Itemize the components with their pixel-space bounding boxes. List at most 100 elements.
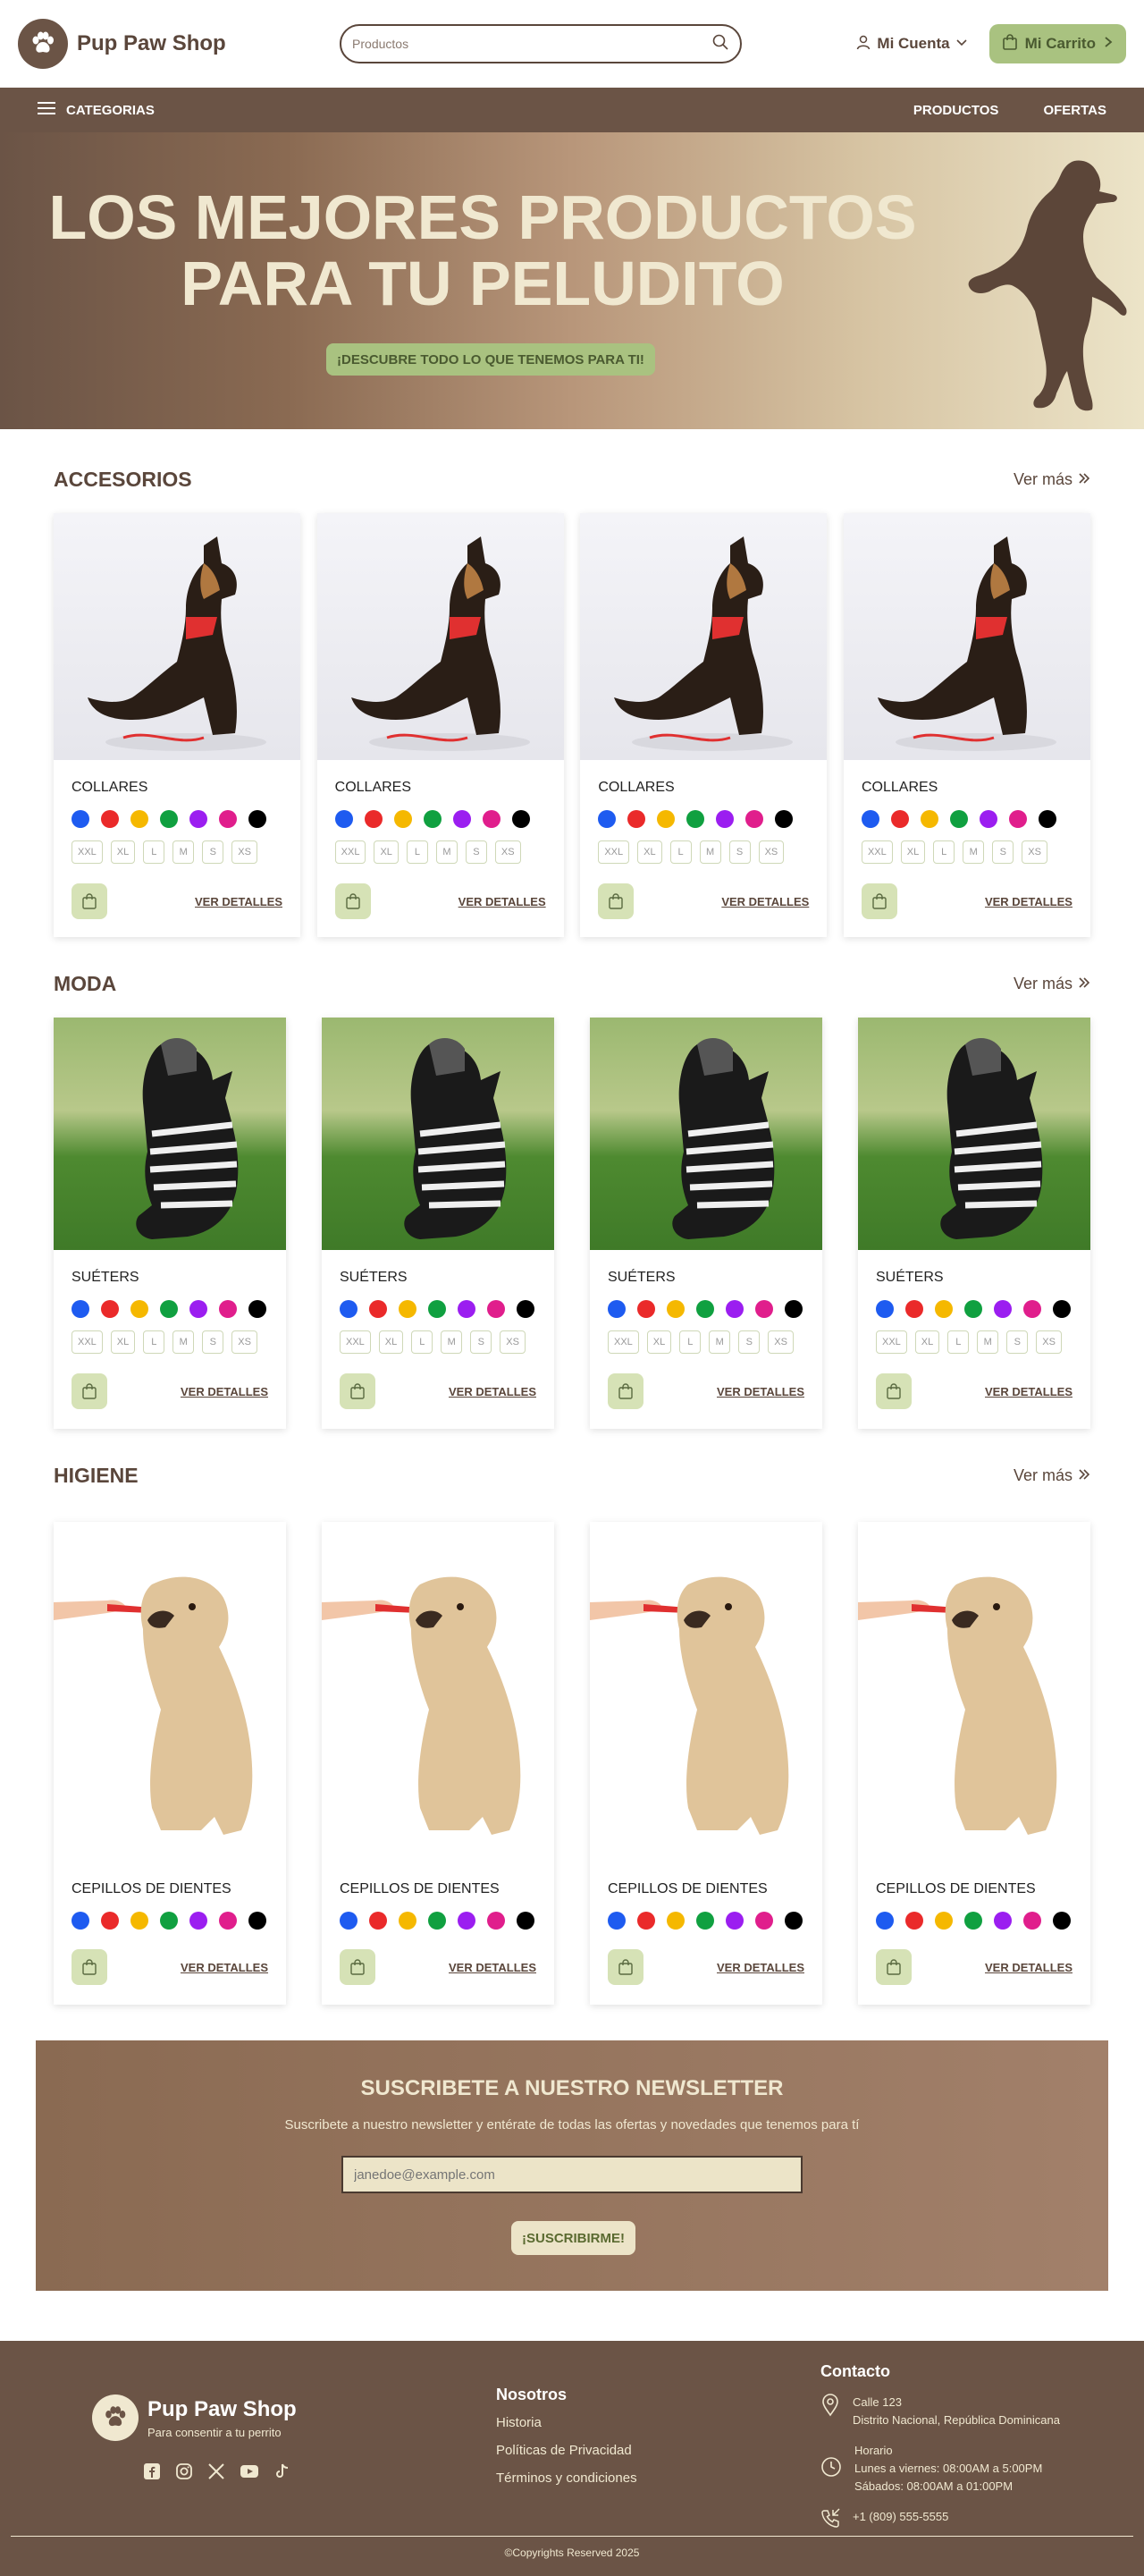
color-swatch-pink[interactable] (487, 1912, 505, 1930)
product-card[interactable]: COLLARES XXL XL L M S XS VER DETALLES (843, 513, 1090, 937)
color-swatch-blue[interactable] (72, 1300, 89, 1318)
color-swatch-red[interactable] (905, 1300, 923, 1318)
size-option[interactable]: L (143, 1330, 165, 1354)
nav-offers-link[interactable]: OFERTAS (1043, 103, 1106, 118)
color-swatch-black[interactable] (1053, 1300, 1071, 1318)
color-swatch-green[interactable] (428, 1912, 446, 1930)
size-option[interactable]: XL (637, 840, 662, 864)
color-swatch-red[interactable] (627, 810, 646, 828)
add-to-cart-button[interactable] (72, 1373, 107, 1409)
color-swatch-blue[interactable] (598, 810, 617, 828)
view-details-link[interactable]: VER DETALLES (449, 1385, 536, 1398)
color-swatch-yellow[interactable] (393, 810, 412, 828)
color-swatch-purple[interactable] (189, 810, 207, 828)
color-swatch-purple[interactable] (979, 810, 997, 828)
footer-link-history[interactable]: Historia (496, 2415, 637, 2430)
instagram-icon[interactable] (175, 2462, 193, 2485)
size-option[interactable]: S (738, 1330, 761, 1354)
color-swatch-blue[interactable] (72, 1912, 89, 1930)
color-swatch-black[interactable] (248, 1300, 266, 1318)
size-option[interactable]: XL (110, 1330, 136, 1354)
color-swatch-yellow[interactable] (667, 1300, 685, 1318)
size-option[interactable]: XS (494, 840, 521, 864)
add-to-cart-button[interactable] (334, 883, 371, 919)
add-to-cart-button[interactable] (72, 883, 107, 919)
size-option[interactable]: M (435, 840, 458, 864)
product-card[interactable]: CEPILLOS DE DIENTES VER DETALLES (590, 1522, 822, 2005)
color-swatch-blue[interactable] (340, 1300, 358, 1318)
color-swatch-purple[interactable] (716, 810, 735, 828)
size-option[interactable]: XXL (340, 1330, 371, 1354)
color-swatch-yellow[interactable] (657, 810, 676, 828)
color-swatch-black[interactable] (775, 810, 794, 828)
size-option[interactable]: M (709, 1330, 731, 1354)
color-swatch-yellow[interactable] (399, 1300, 416, 1318)
view-details-link[interactable]: VER DETALLES (717, 1385, 804, 1398)
size-option[interactable]: M (963, 840, 985, 864)
view-details-link[interactable]: VER DETALLES (449, 1961, 536, 1974)
color-swatch-black[interactable] (1038, 810, 1056, 828)
color-swatch-blue[interactable] (876, 1912, 894, 1930)
color-swatch-pink[interactable] (482, 810, 500, 828)
color-swatch-pink[interactable] (219, 1300, 237, 1318)
color-swatch-red[interactable] (369, 1912, 387, 1930)
color-swatch-yellow[interactable] (920, 810, 938, 828)
see-more-link[interactable]: Ver más (1014, 1466, 1090, 1485)
color-swatch-blue[interactable] (334, 810, 353, 828)
product-card[interactable]: COLLARES XXL XL L M S XS VER DETALLES (54, 513, 300, 937)
color-swatch-black[interactable] (1053, 1912, 1071, 1930)
color-swatch-yellow[interactable] (935, 1912, 953, 1930)
color-swatch-purple[interactable] (458, 1300, 475, 1318)
product-card[interactable]: SUÉTERS XXL XL L M S XS VER DETALLES (54, 1018, 286, 1429)
add-to-cart-button[interactable] (340, 1949, 375, 1985)
color-swatch-blue[interactable] (608, 1300, 626, 1318)
size-option[interactable]: XXL (861, 840, 893, 864)
size-option[interactable]: XXL (608, 1330, 639, 1354)
size-option[interactable]: XL (646, 1330, 672, 1354)
color-swatch-yellow[interactable] (399, 1912, 416, 1930)
product-card[interactable]: CEPILLOS DE DIENTES VER DETALLES (322, 1522, 554, 2005)
color-swatch-pink[interactable] (745, 810, 764, 828)
color-swatch-purple[interactable] (726, 1300, 744, 1318)
view-details-link[interactable]: VER DETALLES (985, 895, 1072, 908)
color-swatch-red[interactable] (364, 810, 383, 828)
color-swatch-black[interactable] (248, 810, 266, 828)
size-option[interactable]: M (977, 1330, 999, 1354)
size-option[interactable]: M (172, 1330, 195, 1354)
view-details-link[interactable]: VER DETALLES (985, 1385, 1072, 1398)
hero-cta-button[interactable]: ¡DESCUBRE TODO LO QUE TENEMOS PARA TI! (326, 343, 655, 376)
color-swatch-black[interactable] (785, 1912, 803, 1930)
footer-link-terms[interactable]: Términos y condiciones (496, 2470, 637, 2486)
color-swatch-purple[interactable] (458, 1912, 475, 1930)
color-swatch-pink[interactable] (1008, 810, 1027, 828)
size-option[interactable]: L (406, 840, 428, 864)
size-option[interactable]: L (679, 1330, 702, 1354)
color-swatch-pink[interactable] (755, 1912, 773, 1930)
add-to-cart-button[interactable] (861, 883, 897, 919)
color-swatch-red[interactable] (890, 810, 909, 828)
color-swatch-green[interactable] (423, 810, 442, 828)
color-swatch-yellow[interactable] (130, 1912, 148, 1930)
color-swatch-purple[interactable] (726, 1912, 744, 1930)
add-to-cart-button[interactable] (72, 1949, 107, 1985)
view-details-link[interactable]: VER DETALLES (458, 895, 546, 908)
view-details-link[interactable]: VER DETALLES (717, 1961, 804, 1974)
color-swatch-blue[interactable] (340, 1912, 358, 1930)
youtube-icon[interactable] (240, 2462, 259, 2485)
color-swatch-pink[interactable] (755, 1300, 773, 1318)
size-option[interactable]: L (933, 840, 955, 864)
color-swatch-green[interactable] (696, 1912, 714, 1930)
view-details-link[interactable]: VER DETALLES (181, 1961, 268, 1974)
size-option[interactable]: XL (374, 840, 399, 864)
size-option[interactable]: S (1006, 1330, 1029, 1354)
size-option[interactable]: S (992, 840, 1014, 864)
see-more-link[interactable]: Ver más (1014, 470, 1090, 489)
color-swatch-green[interactable] (949, 810, 968, 828)
size-option[interactable]: M (699, 840, 721, 864)
color-swatch-pink[interactable] (219, 810, 237, 828)
add-to-cart-button[interactable] (608, 1949, 644, 1985)
add-to-cart-button[interactable] (876, 1373, 912, 1409)
nav-products-link[interactable]: PRODUCTOS (913, 103, 999, 118)
color-swatch-purple[interactable] (994, 1300, 1012, 1318)
subscribe-button[interactable]: ¡SUSCRIBIRME! (511, 2221, 635, 2255)
